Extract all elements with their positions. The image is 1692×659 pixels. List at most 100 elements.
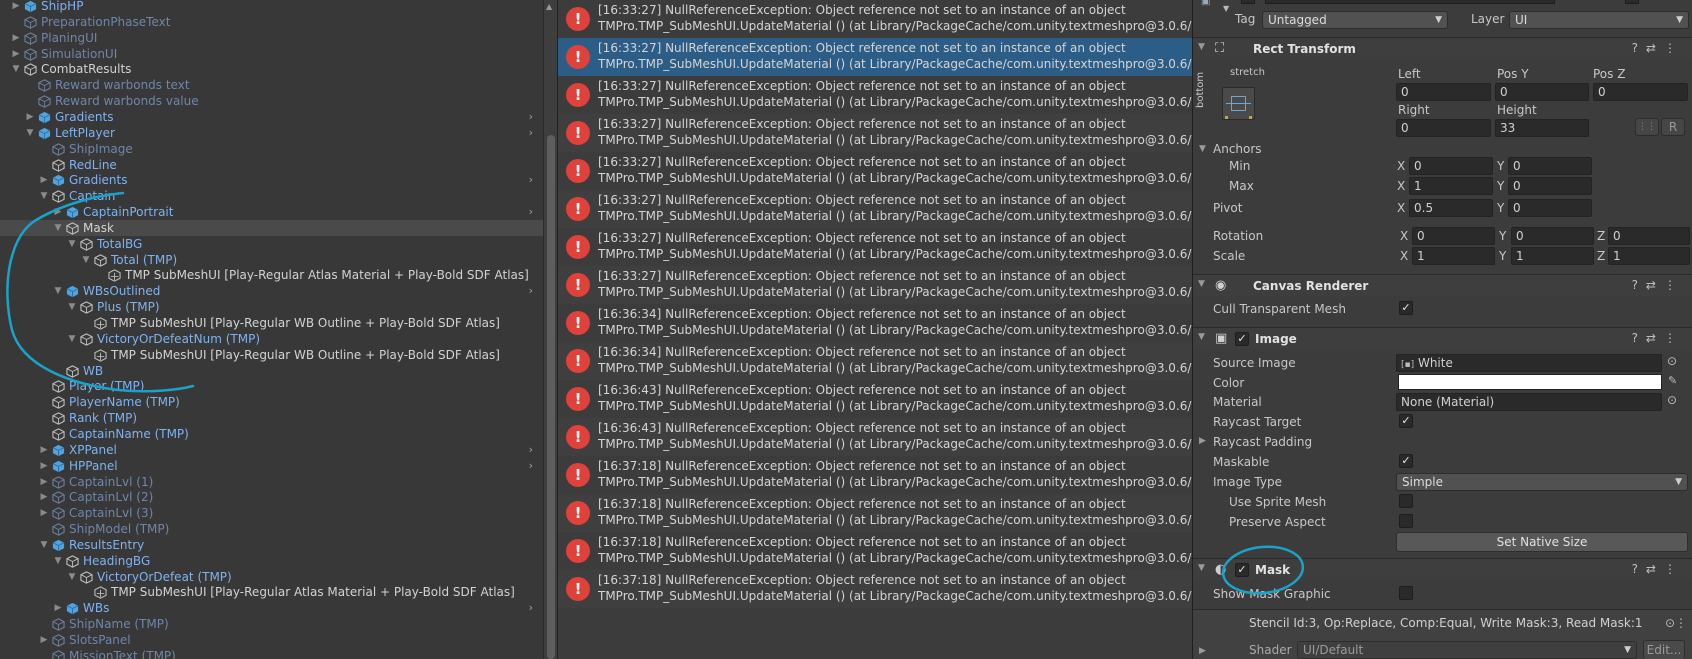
collapsed-arrow-icon[interactable]: ▶ bbox=[38, 632, 50, 648]
open-prefab-chevron-icon[interactable]: › bbox=[529, 125, 533, 141]
fold-arrow-icon[interactable]: ▼ bbox=[1198, 42, 1205, 52]
console-log-entry[interactable]: ! [16:33:27] NullReferenceException: Obje… bbox=[558, 228, 1192, 266]
anchors-fold-icon[interactable]: ▼ bbox=[1199, 144, 1206, 154]
hierarchy-item[interactable]: ▼ VictoryOrDefeatNum (TMP) bbox=[0, 331, 543, 347]
console-log-entry[interactable]: ! [16:37:18] NullReferenceException: Obje… bbox=[558, 456, 1192, 494]
canvas-renderer-header[interactable]: ▼ ◉ Canvas Renderer ?⇄⋮ bbox=[1193, 274, 1692, 296]
console-log-entry[interactable]: ! [16:33:27] NullReferenceException: Obje… bbox=[558, 114, 1192, 152]
hierarchy-item[interactable]: Reward warbonds text bbox=[0, 77, 543, 93]
shader-dropdown[interactable]: UI/Default ▼ bbox=[1297, 641, 1637, 659]
collapsed-arrow-icon[interactable]: ▶ bbox=[38, 474, 50, 490]
hierarchy-item[interactable]: TMP SubMeshUI [Play-Regular Atlas Materi… bbox=[0, 267, 543, 283]
hierarchy-item[interactable]: ▶ CaptainPortrait › bbox=[0, 204, 543, 220]
hierarchy-item[interactable]: WB bbox=[0, 363, 543, 379]
collapsed-arrow-icon[interactable]: ▶ bbox=[38, 505, 50, 521]
expanded-arrow-icon[interactable]: ▼ bbox=[66, 299, 78, 315]
collapsed-arrow-icon[interactable]: ▶ bbox=[38, 458, 50, 474]
expanded-arrow-icon[interactable]: ▼ bbox=[52, 553, 64, 569]
show-mask-graphic-checkbox[interactable] bbox=[1399, 586, 1413, 600]
hierarchy-item[interactable]: ▶ ShipHP bbox=[0, 0, 543, 14]
hierarchy-item[interactable]: ▶ XPPanel › bbox=[0, 442, 543, 458]
hierarchy-item[interactable]: ▶ CaptainLvl (3) bbox=[0, 505, 543, 521]
right-field[interactable]: 0 bbox=[1396, 119, 1491, 137]
collapsed-arrow-icon[interactable]: ▶ bbox=[38, 489, 50, 505]
material-field[interactable]: None (Material) bbox=[1396, 393, 1662, 411]
hierarchy-item[interactable]: ▶ SlotsPanel bbox=[0, 632, 543, 648]
expanded-arrow-icon[interactable]: ▼ bbox=[80, 252, 92, 268]
rect-transform-header[interactable]: ▼ ⛶ Rect Transform ?⇄⋮ bbox=[1193, 37, 1692, 59]
hierarchy-item[interactable]: ▼ HeadingBG bbox=[0, 553, 543, 569]
pivot-y[interactable]: 0 bbox=[1508, 199, 1592, 217]
console-log-entry[interactable]: ! [16:33:27] NullReferenceException: Obje… bbox=[558, 0, 1192, 38]
anchor-preset-button[interactable] bbox=[1222, 87, 1255, 120]
material-fold-icon[interactable]: ▶ bbox=[1199, 646, 1206, 656]
console-log-entry[interactable]: ! [16:37:18] NullReferenceException: Obje… bbox=[558, 494, 1192, 532]
hierarchy-item[interactable]: ▶ WBs › bbox=[0, 600, 543, 616]
pivot-x[interactable]: 0.5 bbox=[1409, 199, 1493, 217]
static-checkbox-partial[interactable] bbox=[1625, 0, 1639, 4]
hierarchy-item[interactable]: TMP SubMeshUI [Play-Regular WB Outline +… bbox=[0, 315, 543, 331]
expanded-arrow-icon[interactable]: ▼ bbox=[38, 537, 50, 553]
component-header-buttons[interactable]: ?⇄⋮ bbox=[1632, 278, 1684, 292]
hierarchy-item[interactable]: ▼ LeftPlayer › bbox=[0, 125, 543, 141]
left-field[interactable]: 0 bbox=[1396, 83, 1491, 101]
hierarchy-item[interactable]: ▼ Captain bbox=[0, 188, 543, 204]
raycast-padding-fold-icon[interactable]: ▶ bbox=[1199, 436, 1206, 446]
icon-dropdown-arrow[interactable]: ▼ bbox=[1223, 4, 1229, 13]
expanded-arrow-icon[interactable]: ▼ bbox=[66, 331, 78, 347]
use-sprite-mesh-checkbox[interactable] bbox=[1399, 494, 1413, 508]
console-log-entry[interactable]: ! [16:33:27] NullReferenceException: Obje… bbox=[558, 190, 1192, 228]
hierarchy-item[interactable]: TMP SubMeshUI [Play-Regular WB Outline +… bbox=[0, 347, 543, 363]
hierarchy-item[interactable]: PreparationPhaseText bbox=[0, 14, 543, 30]
expanded-arrow-icon[interactable]: ▼ bbox=[10, 61, 22, 77]
rotation-z[interactable]: 0 bbox=[1608, 227, 1690, 245]
hierarchy-item[interactable]: ShipImage bbox=[0, 141, 543, 157]
open-prefab-chevron-icon[interactable]: › bbox=[529, 458, 533, 474]
console-log-entry[interactable]: ! [16:33:27] NullReferenceException: Obje… bbox=[558, 38, 1192, 76]
eyedropper-icon[interactable]: ✎ bbox=[1668, 374, 1677, 387]
component-header-buttons[interactable]: ?⇄⋮ bbox=[1632, 562, 1684, 576]
raycast-target-checkbox[interactable]: ✓ bbox=[1399, 414, 1413, 428]
hierarchy-item[interactable]: ▶ Gradients › bbox=[0, 109, 543, 125]
collapsed-arrow-icon[interactable]: ▶ bbox=[38, 172, 50, 188]
scrollbar-thumb[interactable] bbox=[547, 135, 555, 659]
hierarchy-item[interactable]: RedLine bbox=[0, 157, 543, 173]
open-prefab-chevron-icon[interactable]: › bbox=[529, 109, 533, 125]
active-checkbox-partial[interactable] bbox=[1241, 0, 1255, 4]
scale-y[interactable]: 1 bbox=[1511, 247, 1594, 265]
color-swatch[interactable] bbox=[1398, 374, 1662, 390]
expanded-arrow-icon[interactable]: ▼ bbox=[66, 236, 78, 252]
console-log-entry[interactable]: ! [16:37:18] NullReferenceException: Obje… bbox=[558, 532, 1192, 570]
hierarchy-item[interactable]: CaptainName (TMP) bbox=[0, 426, 543, 442]
image-type-dropdown[interactable]: Simple ▼ bbox=[1396, 473, 1688, 491]
fold-arrow-icon[interactable]: ▼ bbox=[1198, 563, 1205, 573]
hierarchy-item[interactable]: ShipModel (TMP) bbox=[0, 521, 543, 537]
console-log-entry[interactable]: ! [16:36:34] NullReferenceException: Obje… bbox=[558, 342, 1192, 380]
collapsed-arrow-icon[interactable]: ▶ bbox=[38, 442, 50, 458]
anchor-max-y[interactable]: 0 bbox=[1508, 177, 1592, 195]
hierarchy-item[interactable]: MissionText (TMP) bbox=[0, 648, 543, 659]
scroll-up-icon[interactable]: ▲ bbox=[546, 2, 552, 11]
collapsed-arrow-icon[interactable]: ▶ bbox=[10, 46, 22, 62]
edit-shader-button[interactable]: Edit... bbox=[1643, 640, 1685, 659]
expanded-arrow-icon[interactable]: ▼ bbox=[66, 569, 78, 585]
hierarchy-item[interactable]: Reward warbonds value bbox=[0, 93, 543, 109]
name-field-partial[interactable] bbox=[1265, 0, 1555, 4]
hierarchy-item[interactable]: TMP SubMeshUI [Play-Regular Atlas Materi… bbox=[0, 584, 543, 600]
collapsed-arrow-icon[interactable]: ▶ bbox=[52, 600, 64, 616]
hierarchy-item[interactable]: ▶ CaptainLvl (2) bbox=[0, 489, 543, 505]
collapsed-arrow-icon[interactable]: ▶ bbox=[52, 204, 64, 220]
hierarchy-item[interactable]: Rank (TMP) bbox=[0, 410, 543, 426]
mask-header[interactable]: ▼ ◐ ✓ Mask ?⇄⋮ bbox=[1193, 558, 1692, 580]
hierarchy-item[interactable]: ▶ HPPanel › bbox=[0, 458, 543, 474]
layer-dropdown[interactable]: UI ▼ bbox=[1509, 11, 1689, 29]
anchor-min-y[interactable]: 0 bbox=[1508, 157, 1592, 175]
cull-transparent-checkbox[interactable]: ✓ bbox=[1399, 301, 1413, 315]
hierarchy-item[interactable]: ▼ Mask bbox=[0, 219, 543, 236]
open-prefab-chevron-icon[interactable]: › bbox=[529, 600, 533, 616]
image-enabled-checkbox[interactable]: ✓ bbox=[1235, 332, 1249, 346]
hierarchy-item[interactable]: ▼ Plus (TMP) bbox=[0, 299, 543, 315]
console-log-entry[interactable]: ! [16:36:34] NullReferenceException: Obje… bbox=[558, 304, 1192, 342]
preserve-aspect-checkbox[interactable] bbox=[1399, 514, 1413, 528]
hierarchy-item[interactable]: Player (TMP) bbox=[0, 378, 543, 394]
